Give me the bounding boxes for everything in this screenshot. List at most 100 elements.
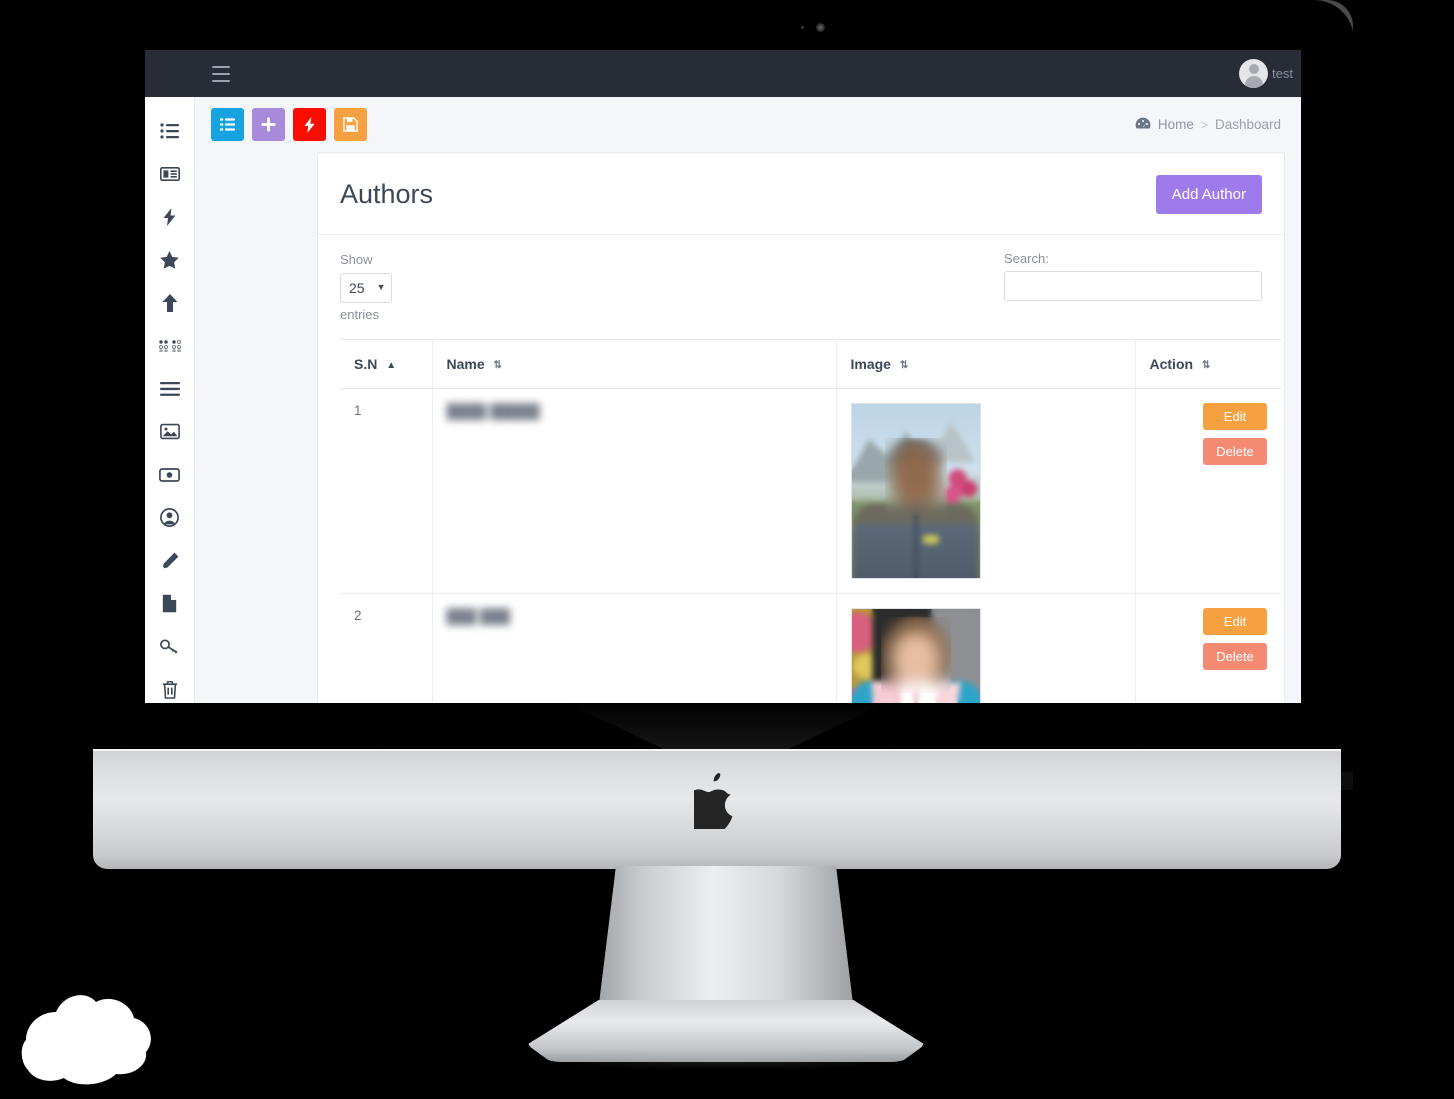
sort-asc-icon: ▲ [386, 359, 396, 371]
icon-sidebar [145, 97, 195, 703]
imac-chin [93, 749, 1341, 869]
breadcrumb: Home > Dashboard [1135, 117, 1281, 133]
authors-table: S.N ▲ Name ⇅ Image ⇅ Action ⇅ 1 ████ ███… [340, 338, 1281, 703]
column-label-sn: S.N [354, 355, 378, 372]
cell-image [836, 593, 1136, 703]
sidebar-item-arrow-up[interactable] [145, 281, 194, 324]
cell-sn: 1 [340, 388, 433, 594]
sidebar-item-image[interactable] [145, 410, 194, 453]
hamburger-menu-icon[interactable] [212, 65, 230, 82]
cell-name: ███ ███ [432, 593, 837, 703]
stand-shadow [527, 1052, 925, 1070]
table-row: 1 ████ █████ Edit Delete [340, 388, 1281, 594]
edit-button[interactable]: Edit [1203, 402, 1267, 430]
quick-action-toolbar [211, 108, 367, 141]
column-label-name: Name [446, 355, 485, 372]
sidebar-item-bars[interactable] [145, 367, 194, 410]
add-author-button[interactable]: Add Author [1155, 175, 1262, 214]
page-length-value: 25 [349, 279, 365, 296]
cell-image [836, 388, 1136, 594]
sidebar-item-braille[interactable] [145, 324, 194, 367]
webcam-icon [816, 23, 825, 32]
save-icon [343, 117, 358, 132]
authors-card: Authors Add Author Show 25 ▼ entries Sea… [317, 152, 1285, 703]
table-header-row: S.N ▲ Name ⇅ Image ⇅ Action ⇅ [340, 338, 1281, 389]
plus-icon [261, 117, 276, 132]
user-avatar-icon [1239, 59, 1269, 88]
sidebar-item-money[interactable] [145, 453, 194, 496]
screenshot-stage: test Home > Dashboard Authors Add Author… [0, 0, 1454, 1099]
image-icon [159, 423, 180, 440]
user-circle-icon [160, 508, 179, 527]
bolt-icon [304, 116, 315, 133]
quick-bolt-button[interactable] [293, 108, 326, 141]
search-input[interactable] [1004, 271, 1262, 301]
top-navbar: test [145, 50, 1301, 97]
arrow-up-icon [162, 293, 178, 312]
show-entries-control: Show 25 ▼ entries [340, 251, 392, 325]
search-control: Search: [1004, 251, 1262, 301]
column-header-image[interactable]: Image ⇅ [836, 338, 1136, 389]
toolbar-breadcrumb-row: Home > Dashboard [196, 97, 1301, 152]
author-name: ███ ███ [446, 607, 510, 624]
column-header-sn[interactable]: S.N ▲ [340, 338, 433, 389]
delete-button[interactable]: Delete [1203, 642, 1267, 670]
list-ul-icon [160, 122, 179, 139]
trash-icon [162, 680, 178, 699]
breadcrumb-separator: > [1200, 117, 1208, 132]
pencil-icon [161, 552, 179, 570]
web-page: test Home > Dashboard Authors Add Author… [145, 50, 1301, 703]
breadcrumb-home-link[interactable]: Home [1158, 117, 1194, 132]
list-icon [220, 118, 235, 131]
page-length-select[interactable]: 25 ▼ [340, 272, 392, 304]
navbar-user-menu[interactable]: test [1239, 59, 1301, 88]
sidebar-item-newspaper[interactable] [145, 152, 194, 195]
newspaper-icon [159, 166, 180, 182]
caret-down-icon: ▼ [376, 282, 386, 293]
table-row: 2 ███ ███ Edit Delete [340, 593, 1281, 703]
column-header-name[interactable]: Name ⇅ [432, 338, 837, 389]
bars-icon [159, 381, 180, 396]
quick-save-button[interactable] [334, 108, 367, 141]
navbar-user-name: test [1272, 66, 1293, 81]
tachometer-dashboard-icon [1135, 117, 1151, 133]
sidebar-item-star[interactable] [145, 238, 194, 281]
braille-dots-icon [158, 339, 181, 352]
file-icon [162, 594, 177, 613]
delete-button[interactable]: Delete [1203, 437, 1267, 465]
author-photo-1 [850, 402, 981, 579]
card-body: Show 25 ▼ entries Search: S.N ▲ Name ⇅ I… [318, 235, 1284, 703]
sidebar-item-list[interactable] [145, 109, 194, 152]
show-label: Show [340, 252, 373, 267]
edit-button[interactable]: Edit [1203, 607, 1267, 635]
cell-action: Edit Delete [1135, 388, 1281, 594]
sort-both-icon: ⇅ [1201, 359, 1210, 371]
breadcrumb-current: Dashboard [1214, 117, 1281, 132]
column-header-action[interactable]: Action ⇅ [1135, 338, 1281, 389]
sidebar-item-user[interactable] [145, 496, 194, 539]
webcam-sensor-icon [801, 26, 804, 29]
sidebar-item-pencil[interactable] [145, 539, 194, 582]
card-header: Authors Add Author [318, 153, 1284, 235]
cell-name: ████ █████ [432, 388, 837, 594]
star-icon [160, 250, 179, 269]
sidebar-item-file[interactable] [145, 582, 194, 625]
sidebar-item-trash[interactable] [145, 668, 194, 703]
table-controls: Show 25 ▼ entries Search: [340, 247, 1262, 325]
table-body: 1 ████ █████ Edit Delete 2 ███ ███ Edit … [340, 388, 1281, 703]
column-label-image: Image [850, 355, 891, 372]
apple-logo-icon [685, 773, 740, 832]
sort-both-icon: ⇅ [899, 359, 908, 371]
page-title: Authors [340, 179, 434, 209]
cell-sn: 2 [340, 593, 433, 703]
sidebar-item-bolt[interactable] [145, 195, 194, 238]
table-head: S.N ▲ Name ⇅ Image ⇅ Action ⇅ [340, 338, 1281, 389]
decorative-cloud [20, 968, 238, 1088]
author-name: ████ █████ [446, 402, 540, 419]
money-bill-icon [159, 467, 180, 482]
key-icon [160, 639, 179, 654]
quick-add-button[interactable] [252, 108, 285, 141]
search-label: Search: [1004, 251, 1049, 266]
quick-list-button[interactable] [211, 108, 244, 141]
sidebar-item-key[interactable] [145, 625, 194, 668]
